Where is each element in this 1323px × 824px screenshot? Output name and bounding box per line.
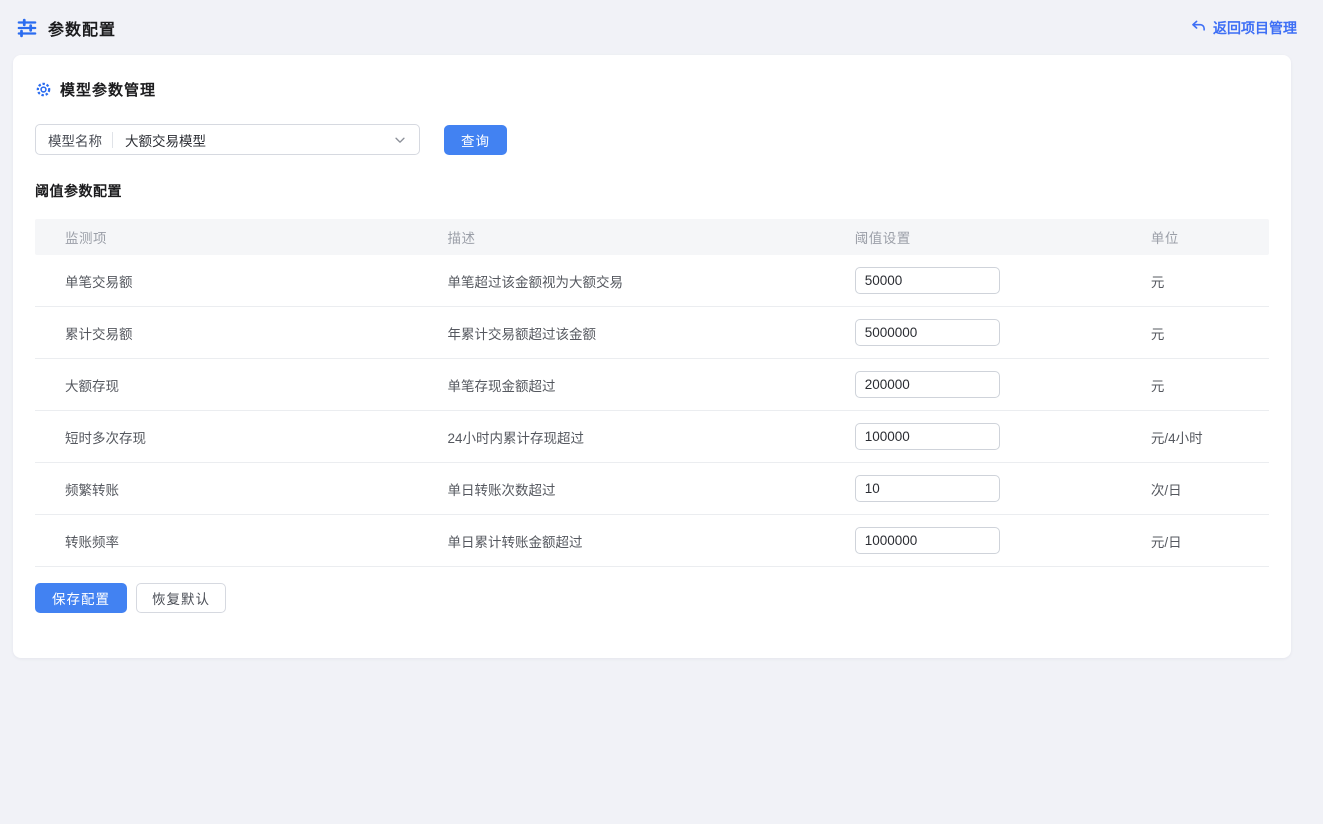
item-description: 单笔存现金额超过 (448, 379, 556, 394)
table-row: 单笔交易额 单笔超过该金额视为大额交易 元 (35, 255, 1269, 307)
table-row: 短时多次存现 24小时内累计存现超过 元/4小时 (35, 411, 1269, 463)
monitor-item-label: 转账频率 (65, 535, 119, 550)
rollback-icon (1191, 20, 1206, 35)
unit-label: 元 (1151, 379, 1165, 394)
threshold-input[interactable] (855, 475, 1000, 502)
sliders-icon (16, 17, 38, 39)
item-description: 单笔超过该金额视为大额交易 (448, 275, 624, 290)
topbar: 参数配置 返回项目管理 (0, 0, 1323, 55)
table-row: 累计交易额 年累计交易额超过该金额 元 (35, 307, 1269, 359)
unit-label: 次/日 (1151, 483, 1182, 498)
threshold-input[interactable] (855, 423, 1000, 450)
item-description: 单日累计转账金额超过 (448, 535, 583, 550)
unit-label: 元/4小时 (1151, 431, 1203, 446)
model-select-label: 模型名称 (48, 130, 102, 150)
monitor-item-label: 短时多次存现 (65, 431, 146, 446)
monitor-item-label: 单笔交易额 (65, 275, 133, 290)
item-description: 年累计交易额超过该金额 (448, 327, 597, 342)
threshold-input[interactable] (855, 371, 1000, 398)
table-header: 监测项 描述 阈值设置 单位 (35, 219, 1269, 255)
chevron-down-icon (393, 133, 407, 147)
threshold-input[interactable] (855, 319, 1000, 346)
table-row: 频繁转账 单日转账次数超过 次/日 (35, 463, 1269, 515)
header-unit: 单位 (1121, 219, 1269, 255)
item-description: 单日转账次数超过 (448, 483, 556, 498)
unit-label: 元/日 (1151, 535, 1182, 550)
threshold-table: 监测项 描述 阈值设置 单位 单笔交易额 单笔超过该金额视为大额交易 元 累计交… (35, 219, 1269, 567)
table-body: 单笔交易额 单笔超过该金额视为大额交易 元 累计交易额 年累计交易额超过该金额 … (35, 255, 1269, 567)
model-select[interactable]: 模型名称 大额交易模型 (35, 124, 420, 155)
actions-row: 保存配置 恢复默认 (35, 583, 1269, 613)
threshold-input[interactable] (855, 267, 1000, 294)
section-title: 阈值参数配置 (35, 181, 1269, 201)
header-description: 描述 (418, 219, 825, 255)
unit-label: 元 (1151, 275, 1165, 290)
monitor-item-label: 累计交易额 (65, 327, 133, 342)
card-header: 模型参数管理 (35, 79, 1269, 100)
header-threshold: 阈值设置 (825, 219, 1121, 255)
config-card: 模型参数管理 模型名称 大额交易模型 查询 阈值参数配置 监测项 描述 阈值设置… (13, 55, 1291, 658)
threshold-input[interactable] (855, 527, 1000, 554)
reset-button[interactable]: 恢复默认 (136, 583, 226, 613)
monitor-item-label: 频繁转账 (65, 483, 119, 498)
select-divider (112, 132, 113, 148)
page-title: 参数配置 (48, 16, 116, 40)
filter-row: 模型名称 大额交易模型 查询 (35, 124, 1269, 155)
header-monitor-item: 监测项 (35, 219, 418, 255)
table-row: 转账频率 单日累计转账金额超过 元/日 (35, 515, 1269, 567)
model-select-value: 大额交易模型 (125, 130, 393, 150)
back-link[interactable]: 返回项目管理 (1191, 18, 1297, 38)
page-title-group: 参数配置 (16, 16, 116, 40)
back-link-label: 返回项目管理 (1213, 18, 1297, 38)
save-button[interactable]: 保存配置 (35, 583, 127, 613)
unit-label: 元 (1151, 327, 1165, 342)
monitor-item-label: 大额存现 (65, 379, 119, 394)
query-button[interactable]: 查询 (444, 125, 507, 155)
card-title: 模型参数管理 (60, 79, 156, 100)
gear-icon (35, 81, 52, 98)
item-description: 24小时内累计存现超过 (448, 431, 585, 446)
table-row: 大额存现 单笔存现金额超过 元 (35, 359, 1269, 411)
